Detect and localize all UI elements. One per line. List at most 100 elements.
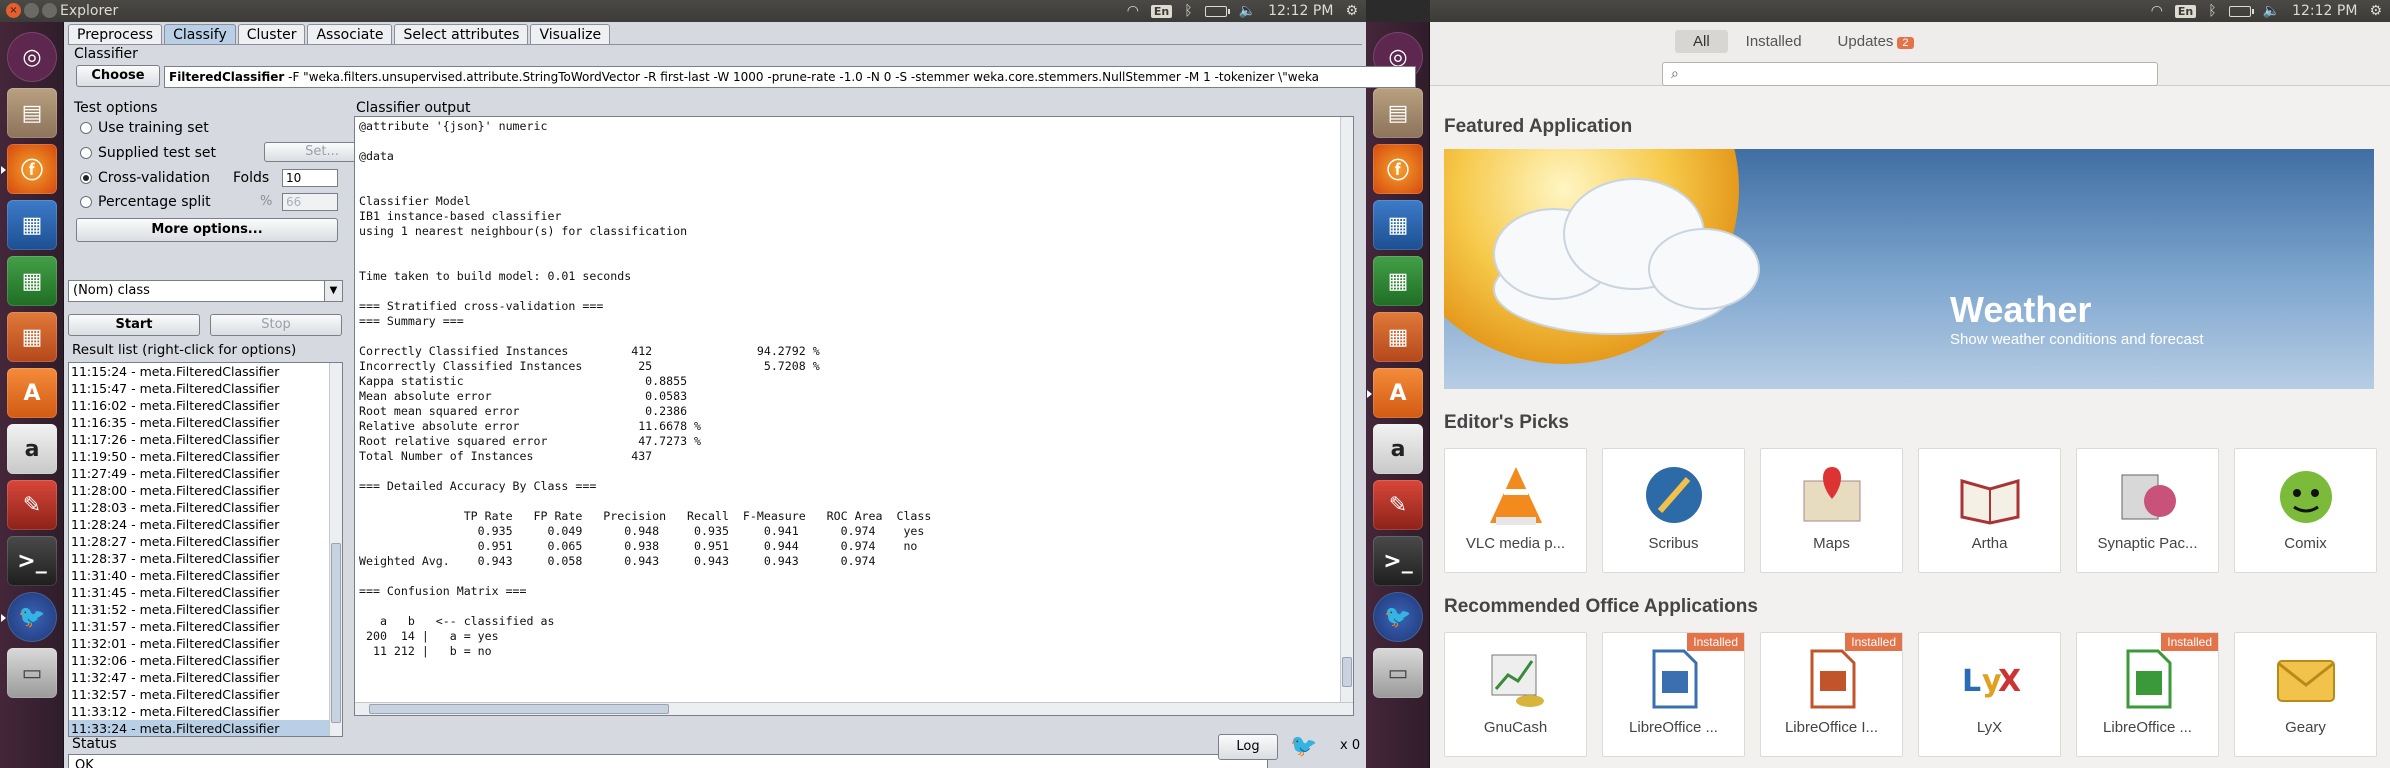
use-training-set-radio[interactable]: Use training set bbox=[80, 120, 209, 136]
tab-select-attributes[interactable]: Select attributes bbox=[394, 24, 529, 45]
wifi-icon[interactable]: ◠ bbox=[2151, 3, 2163, 19]
firefox-icon[interactable]: ⓕ bbox=[1373, 144, 1423, 194]
result-list-item[interactable]: 11:31:57 - meta.FilteredClassifier bbox=[69, 618, 342, 635]
app-card[interactable]: Geary bbox=[2234, 632, 2377, 757]
ubuntu-dash-icon[interactable]: ◎ bbox=[7, 32, 57, 82]
result-list-item[interactable]: 11:33:24 - meta.FilteredClassifier bbox=[69, 720, 342, 736]
folds-input[interactable]: 10 bbox=[282, 169, 338, 187]
result-list-item[interactable]: 11:28:27 - meta.FilteredClassifier bbox=[69, 533, 342, 550]
minimize-window-button[interactable] bbox=[24, 3, 39, 18]
app-card[interactable]: Maps bbox=[1760, 448, 1903, 573]
output-horizontal-scrollbar[interactable] bbox=[355, 702, 1353, 715]
start-button[interactable]: Start bbox=[68, 314, 200, 336]
app-card[interactable]: Comix bbox=[2234, 448, 2377, 573]
bluetooth-icon[interactable]: ᛒ bbox=[2208, 3, 2216, 19]
featured-banner[interactable]: Weather Show weather conditions and fore… bbox=[1444, 149, 2374, 389]
app-card[interactable]: Ly X LyX bbox=[1918, 632, 2061, 757]
result-list-item[interactable]: 11:17:26 - meta.FilteredClassifier bbox=[69, 431, 342, 448]
result-list-item[interactable]: 11:28:24 - meta.FilteredClassifier bbox=[69, 516, 342, 533]
result-list-item[interactable]: 11:31:40 - meta.FilteredClassifier bbox=[69, 567, 342, 584]
result-list-item[interactable]: 11:15:24 - meta.FilteredClassifier bbox=[69, 363, 342, 380]
percentage-split-radio[interactable]: Percentage split bbox=[80, 194, 211, 210]
result-list-item[interactable]: 11:32:57 - meta.FilteredClassifier bbox=[69, 686, 342, 703]
firefox-icon[interactable]: ⓕ bbox=[1, 144, 57, 194]
search-input[interactable]: ⌕ bbox=[1662, 62, 2158, 86]
calc-icon[interactable]: ▦ bbox=[1373, 256, 1423, 306]
software-center-icon[interactable]: A bbox=[7, 368, 57, 418]
app-card[interactable]: LibreOffice ... Installed bbox=[2076, 632, 2219, 757]
tab-updates[interactable]: Updates 2 bbox=[1820, 30, 1932, 53]
result-list-item[interactable]: 11:33:12 - meta.FilteredClassifier bbox=[69, 703, 342, 720]
tab-visualize[interactable]: Visualize bbox=[530, 24, 611, 45]
tab-cluster[interactable]: Cluster bbox=[237, 24, 306, 45]
log-button[interactable]: Log bbox=[1218, 734, 1278, 760]
tab-preprocess[interactable]: Preprocess bbox=[68, 24, 163, 45]
scrollbar-thumb[interactable] bbox=[331, 543, 341, 723]
files-icon[interactable]: ▤ bbox=[7, 88, 57, 138]
percent-split-input[interactable]: 66 bbox=[282, 193, 338, 211]
amazon-icon[interactable]: a bbox=[1373, 424, 1423, 474]
terminal-icon[interactable]: >_ bbox=[1373, 536, 1423, 586]
result-list-item[interactable]: 11:32:06 - meta.FilteredClassifier bbox=[69, 652, 342, 669]
writer-icon[interactable]: ▦ bbox=[1373, 200, 1423, 250]
result-list-item[interactable]: 11:31:52 - meta.FilteredClassifier bbox=[69, 601, 342, 618]
system-settings-icon[interactable]: ✎ bbox=[1373, 480, 1423, 530]
files-icon[interactable]: ▤ bbox=[1373, 88, 1423, 138]
gear-icon[interactable]: ⚙ bbox=[2369, 3, 2382, 19]
keyboard-layout-indicator[interactable]: En bbox=[1150, 4, 1173, 18]
app-card[interactable]: LibreOffice I... Installed bbox=[1760, 632, 1903, 757]
scrollbar-thumb[interactable] bbox=[369, 704, 669, 714]
app-card[interactable]: Artha bbox=[1918, 448, 2061, 573]
impress-icon[interactable]: ▦ bbox=[7, 312, 57, 362]
result-list-item[interactable]: 11:19:50 - meta.FilteredClassifier bbox=[69, 448, 342, 465]
tab-associate[interactable]: Associate bbox=[307, 24, 393, 45]
result-list-item[interactable]: 11:28:00 - meta.FilteredClassifier bbox=[69, 482, 342, 499]
result-list[interactable]: 11:15:24 - meta.FilteredClassifier 11:15:… bbox=[68, 362, 343, 737]
close-window-button[interactable]: × bbox=[6, 3, 21, 18]
amazon-icon[interactable]: a bbox=[7, 424, 57, 474]
result-list-item[interactable]: 11:32:47 - meta.FilteredClassifier bbox=[69, 669, 342, 686]
stop-button[interactable]: Stop bbox=[210, 314, 342, 336]
volume-icon[interactable]: 🔈 bbox=[1239, 3, 1256, 19]
keyboard-layout-indicator[interactable]: En bbox=[2174, 4, 2197, 18]
battery-icon[interactable] bbox=[2228, 5, 2254, 17]
bluetooth-icon[interactable]: ᛒ bbox=[1184, 3, 1192, 19]
scrollbar-thumb[interactable] bbox=[1342, 657, 1352, 687]
tab-classify[interactable]: Classify bbox=[164, 24, 236, 45]
software-center-icon[interactable]: A bbox=[1367, 368, 1423, 418]
supplied-test-set-radio[interactable]: Supplied test set bbox=[80, 145, 216, 161]
tab-all[interactable]: All bbox=[1675, 30, 1728, 53]
more-options-button[interactable]: More options... bbox=[76, 218, 338, 242]
impress-icon[interactable]: ▦ bbox=[1373, 312, 1423, 362]
result-list-item[interactable]: 11:16:35 - meta.FilteredClassifier bbox=[69, 414, 342, 431]
maximize-window-button[interactable] bbox=[42, 3, 57, 18]
cross-validation-radio[interactable]: Cross-validation bbox=[80, 170, 210, 186]
class-attribute-select[interactable]: (Nom) class ▼ bbox=[68, 280, 343, 302]
classifier-config-field[interactable]: FilteredClassifier -F "weka.filters.unsu… bbox=[164, 66, 1416, 88]
app-card[interactable]: LibreOffice ... Installed bbox=[1602, 632, 1745, 757]
terminal-icon[interactable]: >_ bbox=[7, 536, 57, 586]
result-list-item[interactable]: 11:15:47 - meta.FilteredClassifier bbox=[69, 380, 342, 397]
battery-icon[interactable] bbox=[1204, 5, 1230, 17]
result-list-scrollbar[interactable] bbox=[329, 363, 342, 736]
choose-button[interactable]: Choose bbox=[76, 65, 160, 87]
wifi-icon[interactable]: ◠ bbox=[1127, 3, 1139, 19]
volume-icon[interactable]: 🔈 bbox=[2263, 3, 2280, 19]
result-list-item[interactable]: 11:27:49 - meta.FilteredClassifier bbox=[69, 465, 342, 482]
writer-icon[interactable]: ▦ bbox=[7, 200, 57, 250]
app-card[interactable]: GnuCash bbox=[1444, 632, 1587, 757]
clock[interactable]: 12:12 PM bbox=[1268, 3, 1333, 19]
classifier-output-panel[interactable]: @attribute '{json}' numeric @data Classi… bbox=[354, 116, 1354, 716]
output-vertical-scrollbar[interactable] bbox=[1340, 117, 1353, 703]
result-list-item[interactable]: 11:31:45 - meta.FilteredClassifier bbox=[69, 584, 342, 601]
result-list-item[interactable]: 11:28:03 - meta.FilteredClassifier bbox=[69, 499, 342, 516]
tab-installed[interactable]: Installed bbox=[1728, 30, 1820, 53]
result-list-item[interactable]: 11:16:02 - meta.FilteredClassifier bbox=[69, 397, 342, 414]
weka-icon[interactable]: 🐦 bbox=[1373, 592, 1423, 642]
system-settings-icon[interactable]: ✎ bbox=[7, 480, 57, 530]
app-card[interactable]: Synaptic Pac... bbox=[2076, 448, 2219, 573]
clock[interactable]: 12:12 PM bbox=[2292, 3, 2357, 19]
gear-icon[interactable]: ⚙ bbox=[1345, 3, 1358, 19]
app-card[interactable]: Scribus bbox=[1602, 448, 1745, 573]
app-card[interactable]: VLC media p... bbox=[1444, 448, 1587, 573]
